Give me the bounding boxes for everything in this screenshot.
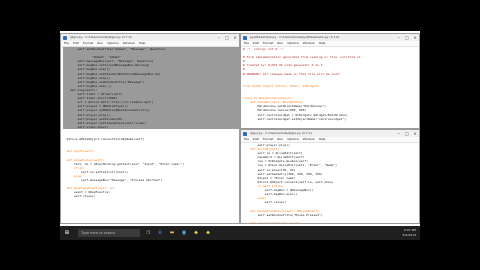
minimize-icon[interactable]: –: [395, 130, 403, 137]
menu-edit[interactable]: Edit: [253, 41, 259, 45]
right-bottom-code-area[interactable]: self.player.play() def initUI(self): sel…: [241, 143, 419, 223]
menu-options[interactable]: Options: [287, 137, 299, 141]
edge-icon[interactable]: e: [156, 229, 164, 237]
left-title-bar[interactable]: qtgui.py - C:/Users/amda/qtgui.py (3.7.0…: [61, 34, 239, 41]
menu-run[interactable]: Run: [277, 137, 283, 141]
minimize-icon[interactable]: –: [395, 34, 403, 41]
left-window-title: qtgui.py - C:/Users/amda/qtgui.py (3.7.0…: [70, 35, 132, 39]
left-code-area[interactable]: self.setWindowTitle("Ahmed", "Message", …: [61, 47, 239, 198]
menu-options[interactable]: Options: [287, 41, 299, 45]
windows-logo-icon[interactable]: ⊞: [63, 229, 71, 237]
maximize-icon[interactable]: □: [403, 130, 411, 137]
close-icon[interactable]: ×: [411, 34, 419, 41]
maximize-icon[interactable]: □: [223, 34, 231, 41]
menu-format[interactable]: Format: [83, 41, 94, 45]
left-editor-window[interactable]: qtgui.py - C:/Users/amda/qtgui.py (3.7.0…: [60, 33, 240, 224]
menu-edit[interactable]: Edit: [73, 41, 79, 45]
menu-window[interactable]: Window: [303, 41, 315, 45]
menu-run[interactable]: Run: [97, 41, 103, 45]
menu-help[interactable]: Help: [319, 41, 326, 45]
code-line[interactable]: self.centralwidget.setObjectName("centra…: [243, 117, 419, 121]
system-tray-clock[interactable]: 9:07 PM 5/2/2019: [403, 228, 416, 238]
python-icon: [243, 35, 247, 40]
menu-help[interactable]: Help: [319, 137, 326, 141]
menu-format[interactable]: Format: [263, 137, 274, 141]
menu-window[interactable]: Window: [303, 137, 315, 141]
right-top-window-title: pyqt5example.py - C:/Users/amda/pyqt5exa…: [250, 35, 340, 39]
close-icon[interactable]: ×: [231, 34, 239, 41]
store-icon[interactable]: ▣: [180, 229, 188, 237]
menu-options[interactable]: Options: [107, 41, 119, 45]
right-top-title-bar[interactable]: pyqt5example.py - C:/Users/amda/pyqt5exa…: [241, 34, 419, 41]
search-box[interactable]: Type here to search: [78, 229, 140, 237]
right-bottom-editor-window[interactable]: qtgui.py - C:/Users/amda/qtgui.py (3.7.0…: [240, 129, 420, 224]
code-line[interactable]: def onActivated(self, text):: [243, 221, 419, 223]
python-icon[interactable]: ◆: [192, 229, 200, 237]
right-top-editor-window[interactable]: pyqt5example.py - C:/Users/amda/pyqt5exa…: [240, 33, 420, 129]
menu-help[interactable]: Help: [139, 41, 146, 45]
menu-window[interactable]: Window: [123, 41, 135, 45]
python-icon: [243, 131, 247, 136]
desktop-screen: qtgui.py - C:/Users/amda/qtgui.py (3.7.0…: [60, 31, 420, 240]
minimize-icon[interactable]: –: [215, 34, 223, 41]
menu-file[interactable]: File: [64, 41, 69, 45]
menu-format[interactable]: Format: [263, 41, 274, 45]
maximize-icon[interactable]: □: [403, 34, 411, 41]
code-line[interactable]: self.close(): [63, 194, 239, 198]
taskbar: ⊞ Type here to search ❐ e ▬ ▣ ◆ ◆ 9:07 P…: [60, 226, 420, 240]
folder-icon[interactable]: ▬: [168, 229, 176, 237]
menu-run[interactable]: Run: [277, 41, 283, 45]
right-bottom-window-title: qtgui.py - C:/Users/amda/qtgui.py (3.7.0…: [250, 131, 312, 135]
menu-edit[interactable]: Edit: [253, 137, 259, 141]
right-bottom-title-bar[interactable]: qtgui.py - C:/Users/amda/qtgui.py (3.7.0…: [241, 130, 419, 137]
python-icon: [63, 35, 67, 40]
close-icon[interactable]: ×: [411, 130, 419, 137]
python-icon[interactable]: ◆: [204, 229, 212, 237]
clock-date: 5/2/2019: [402, 233, 416, 237]
menu-file[interactable]: File: [244, 41, 249, 45]
right-top-code-area[interactable]: # -*- coding: utf-8 -*- # Form implement…: [241, 47, 419, 121]
task-view-icon[interactable]: ❐: [144, 229, 152, 237]
menu-file[interactable]: File: [244, 137, 249, 141]
